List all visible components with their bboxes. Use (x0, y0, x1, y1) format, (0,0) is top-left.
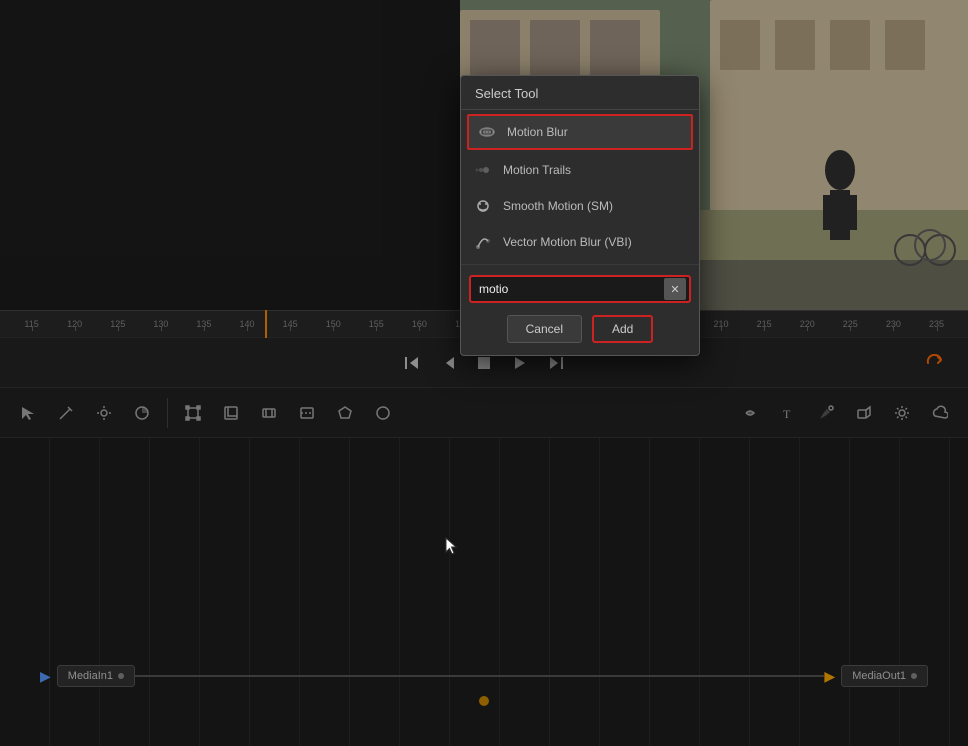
add-button[interactable]: Add (592, 315, 653, 343)
search-clear-button[interactable]: ✕ (664, 278, 686, 300)
tool-item-vector-motion-blur[interactable]: Vector Motion Blur (VBI) (461, 224, 699, 260)
motion-blur-icon (477, 122, 497, 142)
select-tool-dialog: Select Tool Motion Blur Moti (460, 75, 700, 356)
cancel-button[interactable]: Cancel (507, 315, 582, 343)
dialog-title: Select Tool (461, 76, 699, 110)
smooth-motion-label: Smooth Motion (SM) (503, 199, 613, 213)
tool-item-motion-trails[interactable]: Motion Trails (461, 152, 699, 188)
dialog-buttons: Cancel Add (461, 307, 699, 345)
motion-trails-label: Motion Trails (503, 163, 571, 177)
tool-item-motion-blur[interactable]: Motion Blur (467, 114, 693, 150)
search-area: ✕ (461, 264, 699, 307)
vector-motion-blur-icon (473, 232, 493, 252)
motion-blur-label: Motion Blur (507, 125, 568, 139)
search-input-wrapper: ✕ (469, 275, 691, 303)
search-input[interactable] (471, 277, 664, 301)
smooth-motion-icon (473, 196, 493, 216)
tool-item-smooth-motion[interactable]: Smooth Motion (SM) (461, 188, 699, 224)
vector-motion-blur-label: Vector Motion Blur (VBI) (503, 235, 632, 249)
tool-list: Motion Blur Motion Trails (461, 114, 699, 260)
motion-trails-icon (473, 160, 493, 180)
